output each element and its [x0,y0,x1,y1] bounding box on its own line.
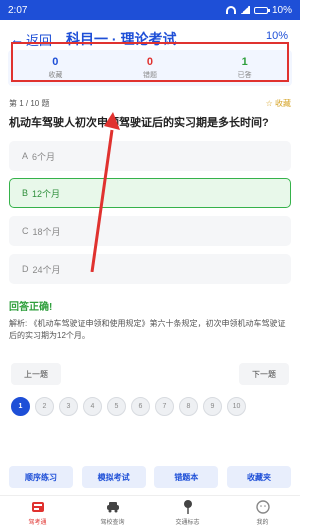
question-text: 机动车驾驶人初次申领驾驶证后的实习期是多长时间? [9,117,269,129]
option-text: 18个月 [32,226,61,237]
tab-label: 交通标志 [175,519,200,526]
tab-label: 驾校查询 [100,519,125,526]
prev-question-button[interactable]: 上一题 [11,363,61,385]
answer-explanation: 解析: 《机动车驾驶证申领和使用规定》第六十条规定，初次申领机动车驾驶证后的实习… [9,319,286,340]
option-letter: A [22,151,29,161]
back-button[interactable]: ← 返回 [10,30,52,49]
page-button[interactable]: 1 [11,397,30,416]
page-button[interactable]: 4 [83,397,102,416]
favorite-button[interactable]: ☆ 收藏 [266,98,291,109]
answer-result: 回答正确! [9,302,53,313]
sequential-practice-button[interactable]: 顺序练习 [9,466,73,488]
page-button[interactable]: 8 [179,397,198,416]
sign-icon [183,499,192,514]
option-text: 12个月 [32,188,61,199]
tab-exam[interactable]: 驾考通 [8,499,68,526]
mock-exam-button[interactable]: 模拟考试 [81,466,146,488]
option-text: 6个月 [32,151,56,162]
option-text: 24个月 [32,264,61,275]
status-time: 2:07 [8,4,28,16]
wifi-icon [225,6,236,14]
favorites-button[interactable]: 收藏夹 [226,466,291,488]
car-icon [106,501,119,512]
tab-school[interactable]: 驾校查询 [83,499,143,526]
page-button[interactable]: 3 [59,397,78,416]
bottom-tab-bar: 驾考通 驾校查询 交通标志 我的 [0,495,300,528]
option-b[interactable]: B 12个月 [9,178,291,208]
stat-answered: 1 已答 [200,56,290,80]
option-a[interactable]: A 6个月 [9,141,291,171]
stat-label: 已答 [237,72,252,79]
page-button[interactable]: 7 [155,397,174,416]
page-button[interactable]: 6 [131,397,150,416]
page-button[interactable]: 2 [35,397,54,416]
signal-icon [239,6,250,14]
option-d[interactable]: D 24个月 [9,254,291,284]
wrong-book-button[interactable]: 错题本 [154,466,219,488]
page-button[interactable]: 5 [107,397,126,416]
status-icons: 10% [225,4,292,16]
progress-percent: 10% [265,30,288,42]
user-icon [255,499,270,514]
page-button[interactable]: 9 [203,397,222,416]
next-question-button[interactable]: 下一题 [239,363,289,385]
option-letter: C [22,226,29,236]
battery-level: 10% [271,4,292,16]
stat-favorites: 0 收藏 [10,56,100,80]
battery-icon [253,6,270,14]
arrow-left-icon: ← [10,31,24,47]
tab-label: 我的 [256,519,269,526]
back-label: 返回 [26,32,53,48]
tab-me[interactable]: 我的 [233,499,293,526]
stat-value: 0 [146,56,154,68]
tab-signs[interactable]: 交通标志 [158,499,218,526]
question-meta: 第 1 / 10 题 ☆ 收藏 [9,98,291,109]
option-c[interactable]: C 18个月 [9,216,291,246]
stat-value: 0 [52,56,59,68]
tab-label: 驾考通 [28,519,47,526]
stat-label: 错题 [142,72,157,79]
option-letter: D [22,264,29,274]
stat-wrong: 0 错题 [105,56,195,80]
question-index: 第 1 / 10 题 [9,99,50,108]
option-letter: B [22,188,29,198]
status-bar: 2:07 10% [0,0,300,20]
page-title: 科目一 · 理论考试 [66,31,177,47]
question-pager: 1 2 3 4 5 6 7 8 9 10 [11,397,246,416]
stats-panel: 0 收藏 0 错题 1 已答 [8,50,292,86]
page-button[interactable]: 10 [227,397,246,416]
action-bar: 顺序练习 模拟考试 错题本 收藏夹 [9,466,291,488]
stat-value: 1 [241,56,248,68]
stat-label: 收藏 [48,72,63,79]
exam-icon [31,501,44,512]
